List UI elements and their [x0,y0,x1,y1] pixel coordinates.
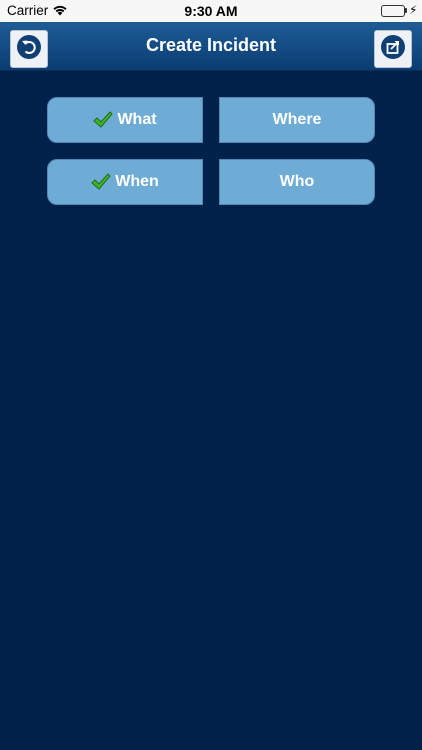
when-label: When [115,173,159,190]
share-icon [380,34,406,65]
clock: 9:30 AM [184,3,238,19]
page-title: Create Incident [145,35,277,55]
who-label: Who [279,173,315,190]
back-arrow-icon [16,34,42,65]
what-label: What [117,111,157,128]
battery-tip [405,8,407,13]
checkmark-icon [93,111,114,129]
where-button[interactable]: Where [219,97,375,143]
what-button[interactable]: What [47,97,203,143]
status-bar: Carrier 9:30 AM ⚡ [0,0,422,22]
who-button[interactable]: Who [219,159,375,205]
when-button[interactable]: When [47,159,203,205]
back-button[interactable] [10,30,48,68]
charging-bolt-icon: ⚡ [409,3,418,17]
checkmark-icon [91,173,111,191]
nav-bar: Create Incident [0,22,422,71]
battery-icon [381,5,405,17]
where-label: Where [272,111,322,128]
share-button[interactable] [374,30,412,68]
